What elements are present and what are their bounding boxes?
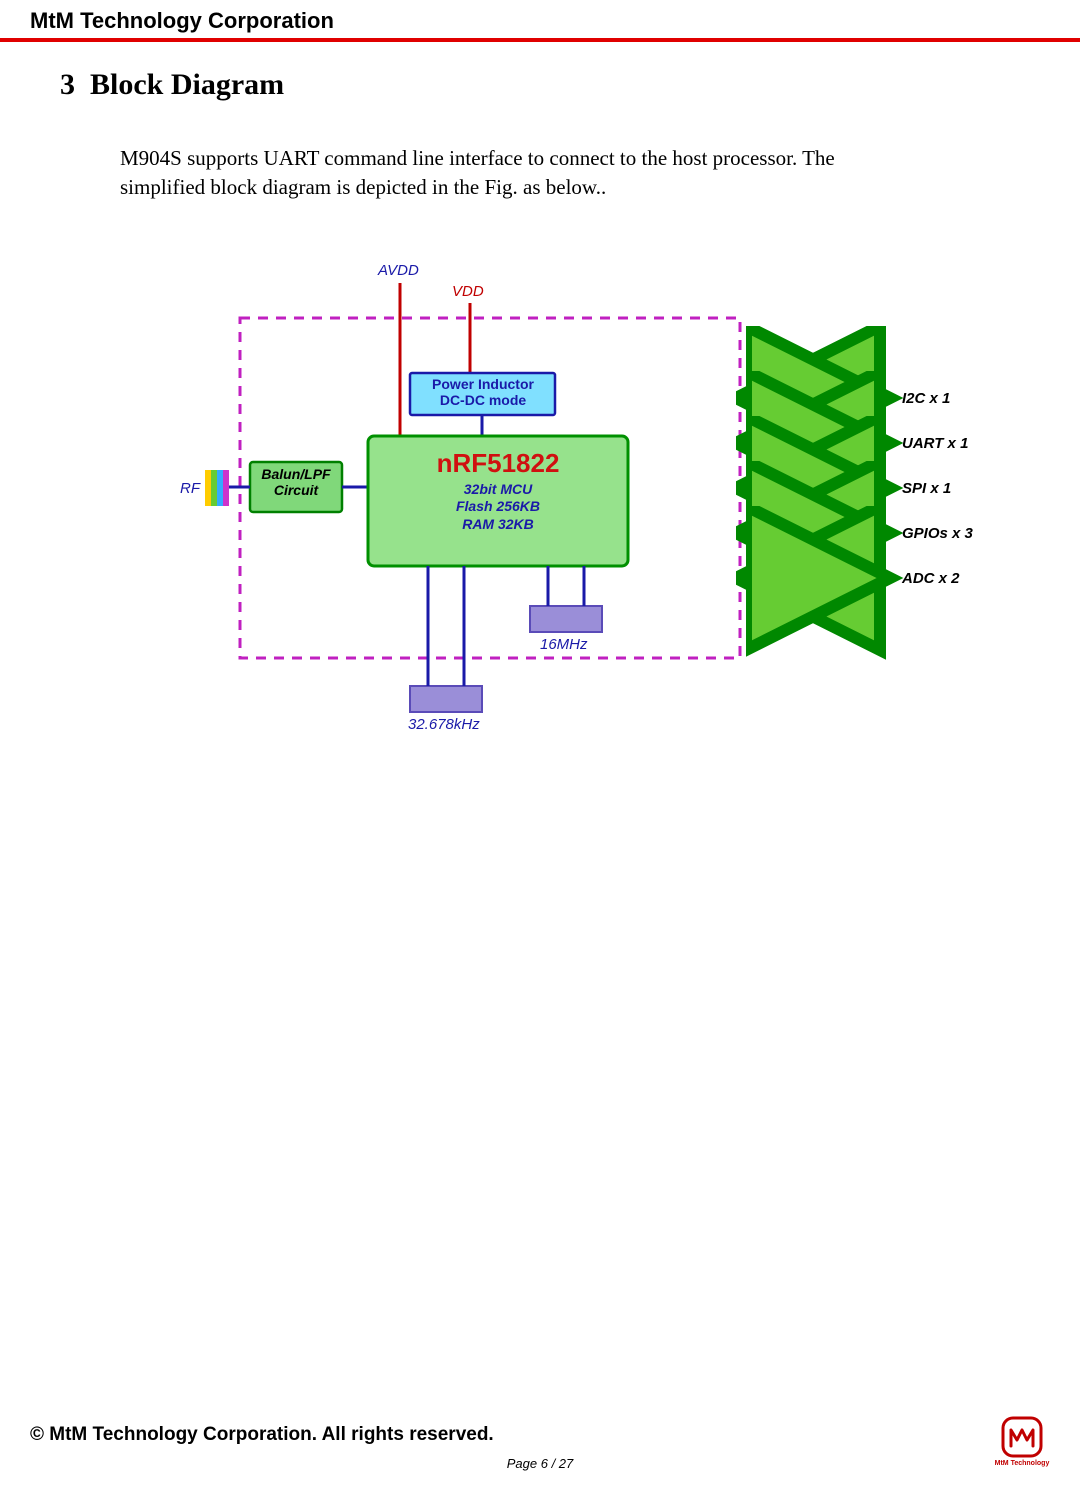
logo-text: MtM Technology [994, 1460, 1050, 1467]
mcu-l3: RAM 32KB [368, 516, 628, 534]
power-line1: Power Inductor [416, 376, 550, 392]
mcu-l1: 32bit MCU [368, 481, 628, 499]
company-logo: MtM Technology [994, 1416, 1050, 1467]
label-16mhz: 16MHz [540, 636, 588, 653]
section-number: 3 [60, 68, 75, 101]
power-line2: DC-DC mode [416, 392, 550, 408]
label-spi: SPI x 1 [902, 480, 951, 497]
label-avdd: AVDD [378, 262, 419, 279]
label-gpio: GPIOs x 3 [902, 525, 973, 542]
label-uart: UART x 1 [902, 435, 968, 452]
logo-icon [1001, 1416, 1043, 1458]
page-footer: © MtM Technology Corporation. All rights… [0, 1424, 1080, 1471]
page-number: Page 6 / 27 [30, 1456, 1050, 1471]
section-heading: Block Diagram [90, 68, 284, 101]
balun-box: Balun/LPF Circuit [252, 466, 340, 498]
company-name: MtM Technology Corporation [30, 8, 334, 33]
label-vdd: VDD [452, 283, 484, 300]
balun-line1: Balun/LPF [252, 466, 340, 482]
label-rf: RF [180, 480, 200, 497]
section-title: 3 Block Diagram [60, 68, 1020, 102]
mcu-box: nRF51822 32bit MCU Flash 256KB RAM 32KB [368, 448, 628, 534]
page-header: MtM Technology Corporation [0, 0, 1080, 42]
label-adc: ADC x 2 [902, 570, 960, 587]
mcu-name: nRF51822 [368, 448, 628, 479]
block-diagram: AVDD VDD RF Power Inductor DC-DC mode Ba… [90, 258, 990, 778]
section-body: M904S supports UART command line interfa… [120, 144, 880, 202]
mcu-l2: Flash 256KB [368, 498, 628, 516]
copyright: © MtM Technology Corporation. All rights… [30, 1424, 1050, 1446]
label-32khz: 32.678kHz [408, 716, 480, 733]
content-area: 3 Block Diagram M904S supports UART comm… [0, 42, 1080, 778]
balun-line2: Circuit [252, 482, 340, 498]
power-inductor-box: Power Inductor DC-DC mode [416, 376, 550, 408]
label-i2c: I2C x 1 [902, 390, 950, 407]
